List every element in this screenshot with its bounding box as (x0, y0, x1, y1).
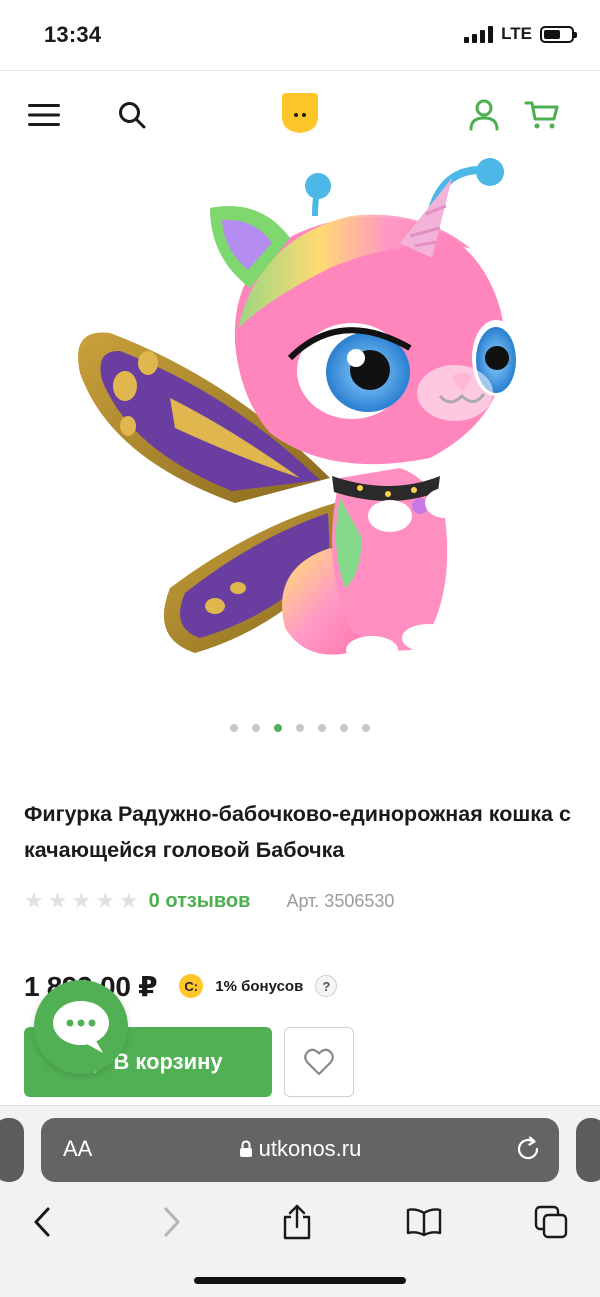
browser-toolbar: AA utkonos.ru (0, 1105, 600, 1297)
address-bar[interactable]: AA utkonos.ru (41, 1118, 559, 1182)
chat-bubble-icon (53, 1001, 109, 1053)
gallery-pagination (0, 724, 600, 732)
search-button[interactable] (110, 93, 154, 137)
signal-icon (464, 25, 494, 43)
star-icon: ★ (24, 888, 44, 913)
product-title: Фигурка Радужно-бабочково-единорожная ко… (24, 802, 571, 862)
previous-tab-preview[interactable] (0, 1118, 24, 1182)
browser-nav (0, 1198, 600, 1246)
search-icon (119, 102, 146, 129)
article-number: Арт. 3506530 (286, 890, 395, 911)
bonus-icon: С: (179, 974, 204, 998)
forward-icon (164, 1207, 180, 1237)
tabs-button[interactable] (527, 1198, 575, 1246)
logo-button[interactable] (278, 91, 322, 135)
account-button[interactable] (462, 93, 506, 137)
network-type: LTE (501, 24, 532, 43)
favorite-button[interactable] (284, 1027, 354, 1097)
gallery-dot[interactable] (274, 724, 282, 732)
back-button[interactable] (18, 1198, 66, 1246)
url-text: utkonos.ru (258, 1136, 362, 1161)
star-icon: ★ (95, 888, 115, 913)
site-header (0, 70, 600, 158)
gallery-dot[interactable] (362, 724, 370, 732)
gallery-dot[interactable] (252, 724, 260, 732)
help-icon[interactable]: ? (315, 975, 338, 997)
reviews-link[interactable]: 0 отзывов (149, 890, 251, 913)
star-icon: ★ (118, 888, 139, 913)
cart-button[interactable] (520, 93, 564, 137)
back-icon (34, 1207, 50, 1237)
bonus-label: 1% бонусов (215, 977, 304, 995)
heart-icon (304, 1048, 334, 1076)
forward-button[interactable] (148, 1198, 196, 1246)
rating-row: ★ ★ ★ ★ ★ 0 отзывов Арт. 3506530 (24, 886, 394, 916)
share-icon (283, 1204, 311, 1240)
bookmarks-button[interactable] (400, 1198, 448, 1246)
status-indicators: LTE (464, 24, 577, 44)
utkonos-logo-icon (282, 93, 318, 133)
hamburger-icon (28, 104, 60, 126)
battery-icon (540, 25, 577, 43)
star-icon: ★ (47, 888, 68, 913)
status-time: 13:34 (44, 22, 102, 47)
menu-button[interactable] (22, 93, 66, 137)
cart-icon (524, 101, 559, 129)
gallery-dot[interactable] (340, 724, 348, 732)
chat-button[interactable] (34, 980, 128, 1074)
gallery-dot[interactable] (296, 724, 304, 732)
url-display: utkonos.ru (41, 1136, 559, 1162)
user-icon (469, 99, 499, 131)
reload-button[interactable] (515, 1136, 541, 1167)
gallery-dot[interactable] (318, 724, 326, 732)
tabs-icon (534, 1205, 568, 1239)
add-to-cart-label: В корзину (113, 1049, 223, 1074)
star-icon: ★ (71, 888, 92, 913)
rating-stars: ★ ★ ★ ★ ★ (24, 890, 139, 912)
reload-icon (517, 1136, 539, 1160)
lock-icon (239, 1140, 252, 1157)
share-button[interactable] (273, 1198, 321, 1246)
product-gallery[interactable] (0, 158, 600, 718)
bookmarks-icon (406, 1208, 442, 1237)
next-tab-preview[interactable] (576, 1118, 600, 1182)
product-image (78, 158, 520, 664)
status-bar: 13:34 LTE (0, 0, 600, 70)
home-indicator (194, 1277, 406, 1284)
gallery-dot[interactable] (230, 724, 238, 732)
